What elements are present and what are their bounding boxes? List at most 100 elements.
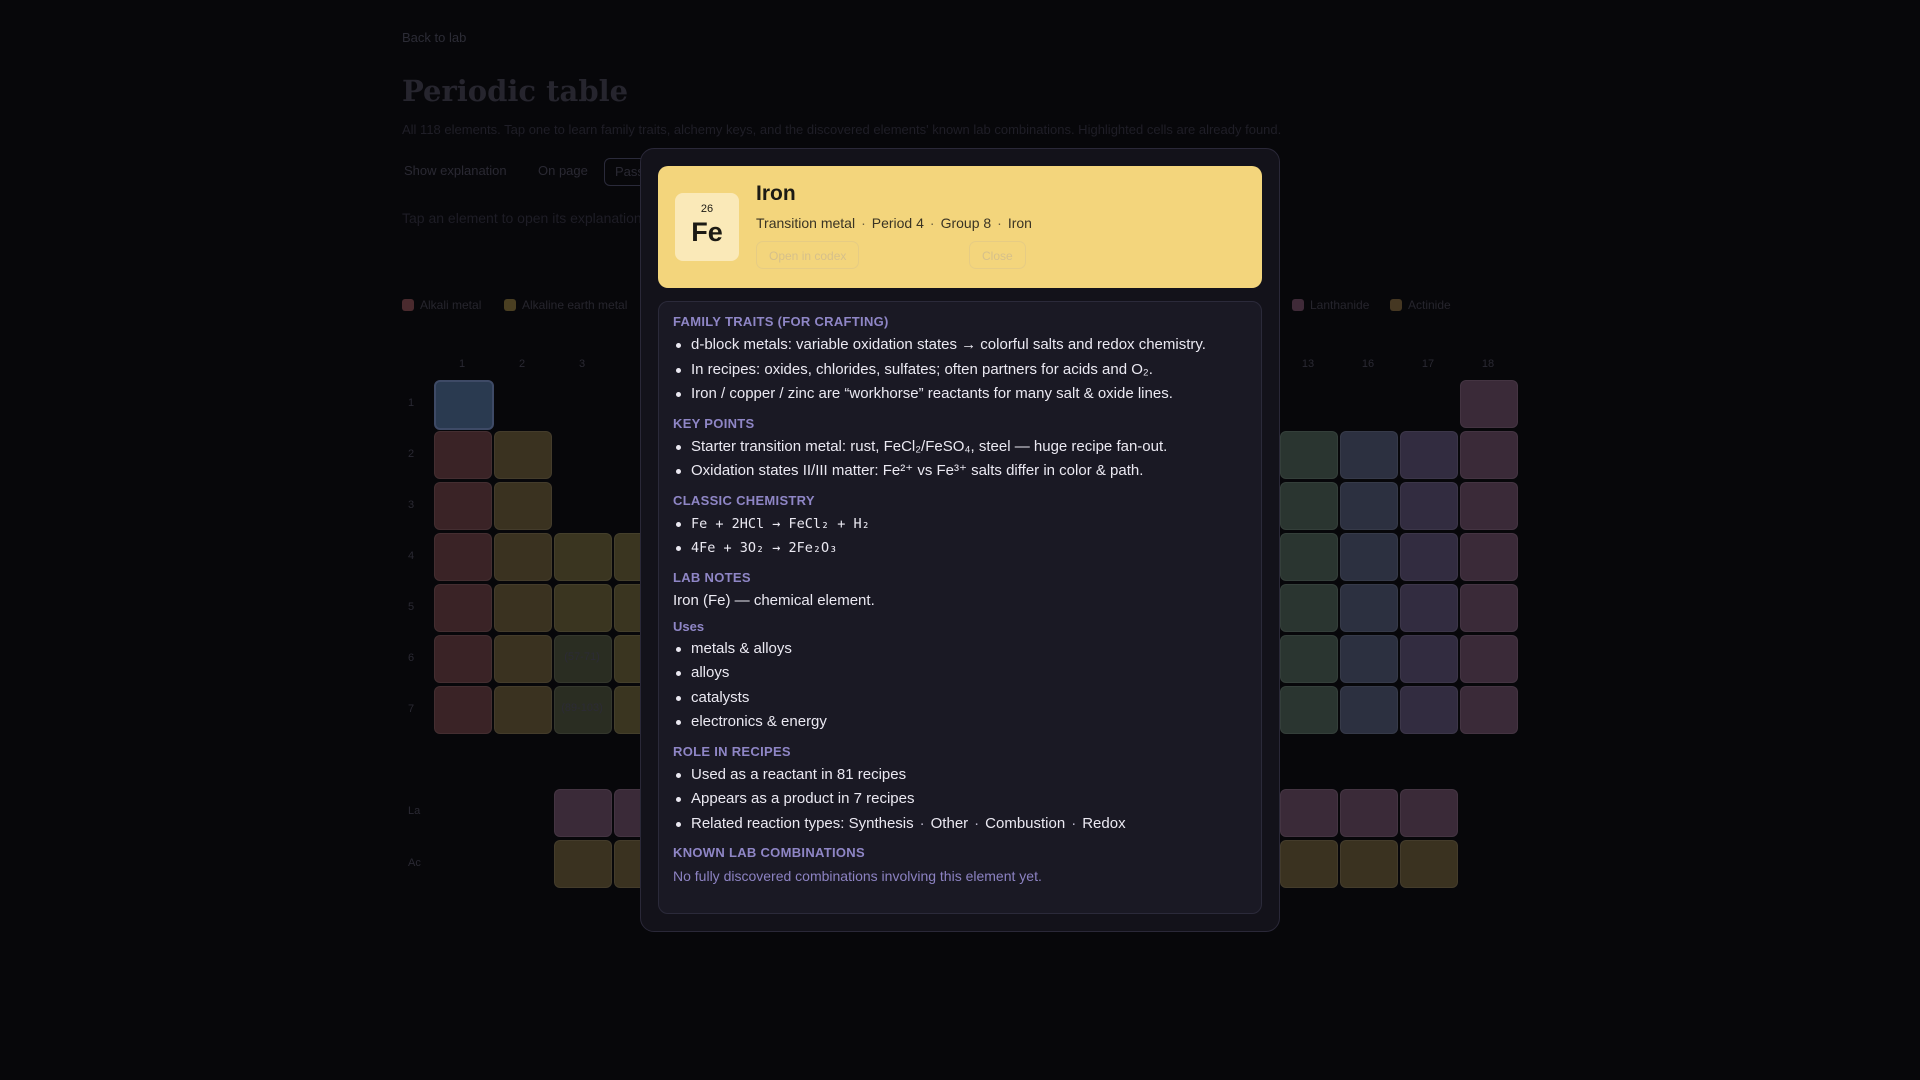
element-cell[interactable]: [494, 584, 552, 632]
legend-label: Actinide: [1408, 298, 1451, 312]
series-label: La: [408, 805, 421, 817]
element-cell[interactable]: [1340, 431, 1398, 479]
element-cell[interactable]: [1340, 840, 1398, 888]
series-placeholder-label: (57-71): [564, 651, 600, 663]
period-number: 3: [408, 499, 415, 511]
element-explanation: FAMILY TRAITS (FOR CRAFTING) d-block met…: [658, 301, 1262, 914]
element-cell[interactable]: [1400, 533, 1458, 581]
element-cell[interactable]: [554, 840, 612, 888]
list-item: Iron / copper / zinc are “workhorse” rea…: [673, 382, 1247, 407]
list-item: electronics & energy: [673, 710, 1247, 735]
reaction-type: Other: [930, 814, 969, 832]
element-cell[interactable]: [1460, 482, 1518, 530]
element-cell[interactable]: [1400, 840, 1458, 888]
group-number: 16: [1361, 358, 1375, 370]
back-link[interactable]: Back to lab: [402, 30, 466, 45]
separator-dot: ·: [919, 814, 925, 832]
classic-chemistry-heading: CLASSIC CHEMISTRY: [673, 492, 815, 508]
element-cell[interactable]: [1400, 789, 1458, 837]
close-button[interactable]: Close: [969, 241, 1026, 269]
element-cell[interactable]: [1280, 635, 1338, 683]
element-cell[interactable]: [1280, 686, 1338, 734]
show-explanation-button[interactable]: Show explanation: [396, 158, 515, 184]
element-cell[interactable]: [434, 533, 492, 581]
lab-notes-heading: LAB NOTES: [673, 569, 751, 585]
group-number: 17: [1421, 358, 1435, 370]
element-cell[interactable]: [1400, 635, 1458, 683]
element-cell[interactable]: [1280, 840, 1338, 888]
element-cell[interactable]: [1280, 482, 1338, 530]
element-symbol: Fe: [691, 217, 723, 247]
period-number: 2: [408, 448, 415, 460]
reaction-type: Redox: [1082, 814, 1126, 832]
legend-swatch: [504, 299, 516, 311]
open-in-codex-button[interactable]: Open in codex: [756, 241, 860, 269]
element-cell[interactable]: [494, 635, 552, 683]
legend-lanthanide: Lanthanide: [1292, 298, 1369, 312]
element-cell[interactable]: [1280, 789, 1338, 837]
list-item: Starter transition metal: rust, FeCl₂/Fe…: [673, 435, 1247, 460]
element-cell[interactable]: [1460, 686, 1518, 734]
equation-item: Fe + 2HCl → FeCl₂ + H₂: [673, 512, 1247, 537]
element-cell[interactable]: [1280, 533, 1338, 581]
element-cell[interactable]: [494, 686, 552, 734]
element-cell[interactable]: [1460, 584, 1518, 632]
element-cell[interactable]: [434, 584, 492, 632]
element-cell[interactable]: [1340, 686, 1398, 734]
separator-dot: ·: [974, 814, 980, 832]
element-cell[interactable]: [494, 431, 552, 479]
family-traits-heading: FAMILY TRAITS (FOR CRAFTING): [673, 314, 889, 329]
list-item: Used as a reactant in 81 recipes: [673, 763, 1247, 788]
element-cell[interactable]: [1460, 431, 1518, 479]
page-title: Periodic table: [402, 74, 629, 108]
element-cell[interactable]: [1340, 789, 1398, 837]
classic-chemistry-list: Fe + 2HCl → FeCl₂ + H₂ 4Fe + 3O₂ → 2Fe₂O…: [673, 512, 1247, 561]
key-points-heading: KEY POINTS: [673, 415, 755, 431]
element-cell[interactable]: [1460, 533, 1518, 581]
legend-label: Lanthanide: [1310, 298, 1370, 312]
known-combinations-empty: No fully discovered combinations involvi…: [673, 868, 1042, 884]
element-cell[interactable]: [1340, 584, 1398, 632]
legend-actinide: Actinide: [1390, 298, 1451, 312]
element-cell[interactable]: [554, 789, 612, 837]
element-cell[interactable]: [434, 686, 492, 734]
element-cell[interactable]: [1340, 533, 1398, 581]
element-cell[interactable]: [554, 533, 612, 581]
element-cell[interactable]: [434, 431, 492, 479]
role-in-recipes-list: Used as a reactant in 81 recipes Appears…: [673, 763, 1247, 837]
element-meta: Transition metal · Period 4 · Group 8 · …: [756, 215, 1032, 231]
legend-alkaline-earth: Alkaline earth metal: [504, 298, 627, 312]
element-cell[interactable]: [1280, 431, 1338, 479]
element-cell[interactable]: [1400, 584, 1458, 632]
period-number: 6: [408, 652, 415, 664]
lab-notes-text: Iron (Fe) — chemical element.: [673, 591, 875, 609]
element-tile: 26 Fe: [675, 193, 739, 261]
element-cell[interactable]: [1280, 584, 1338, 632]
element-cell[interactable]: [1340, 635, 1398, 683]
legend-label: Alkaline earth metal: [522, 298, 628, 312]
period-number: 7: [408, 703, 415, 715]
group-number: 1: [458, 358, 466, 370]
element-cell[interactable]: [434, 635, 492, 683]
element-cell[interactable]: [1340, 482, 1398, 530]
element-cell[interactable]: [434, 482, 492, 530]
element-cell[interactable]: [494, 533, 552, 581]
list-item: Appears as a product in 7 recipes: [673, 787, 1247, 812]
family-traits-list: d-block metals: variable oxidation state…: [673, 333, 1247, 407]
element-cell[interactable]: [1400, 686, 1458, 734]
element-cell[interactable]: [1460, 380, 1518, 428]
on-page-button[interactable]: On page: [530, 158, 596, 184]
list-item: metals & alloys: [673, 637, 1247, 662]
list-item: Oxidation states II/III matter: Fe²⁺ vs …: [673, 459, 1247, 484]
series-label: Ac: [408, 857, 421, 869]
element-cell[interactable]: [1460, 635, 1518, 683]
element-cell[interactable]: [494, 482, 552, 530]
element-cell[interactable]: [434, 380, 494, 430]
element-cell[interactable]: [1400, 431, 1458, 479]
list-item: In recipes: oxides, chlorides, sulfates;…: [673, 358, 1247, 383]
list-item: catalysts: [673, 686, 1247, 711]
element-cell[interactable]: [1400, 482, 1458, 530]
key-points-list: Starter transition metal: rust, FeCl₂/Fe…: [673, 435, 1247, 484]
element-cell[interactable]: [554, 584, 612, 632]
reaction-types-label: Related reaction types:: [691, 814, 845, 832]
